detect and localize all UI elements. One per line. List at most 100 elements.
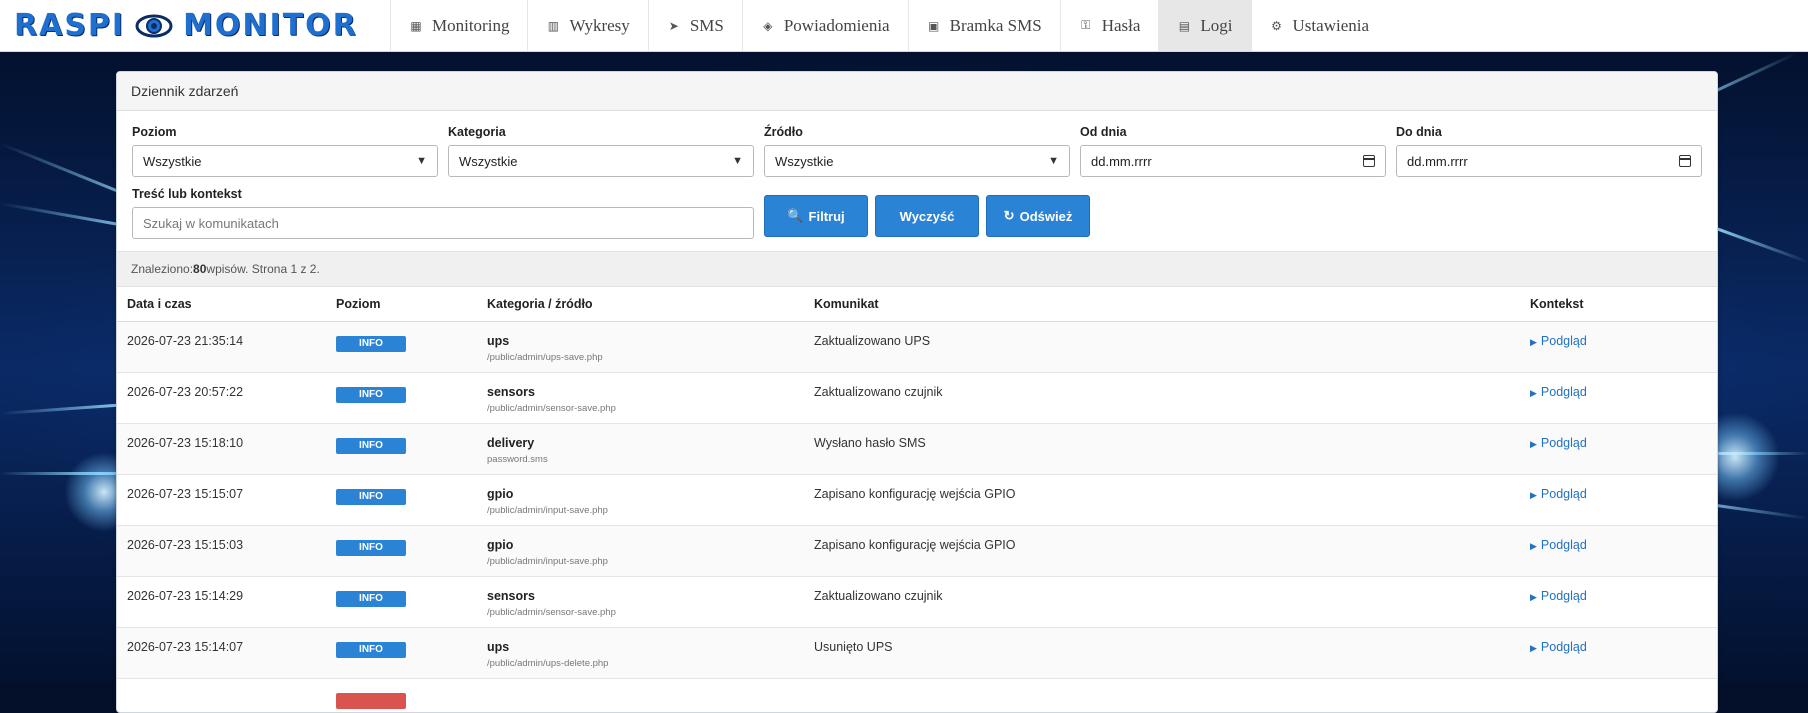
caret-right-icon: ▶ [1530, 541, 1537, 551]
nav-item-bramka-sms[interactable]: ▣ Bramka SMS [907, 0, 1060, 51]
context-preview-link[interactable]: ▶ Podgląd [1530, 487, 1587, 501]
logo[interactable]: RASPI MONITOR [0, 0, 390, 51]
to-date-value: dd.mm.rrrr [1407, 153, 1468, 169]
caret-right-icon: ▶ [1530, 592, 1537, 602]
table-row-partial [117, 679, 1717, 712]
nav-item-logi[interactable]: ▤ Logi [1158, 0, 1251, 51]
row-datetime: 2026-07-23 15:15:07 [127, 487, 244, 501]
nav-item-label: SMS [689, 15, 724, 35]
top-navbar: RASPI MONITOR ▦ Monitoring ▥ Wykresy ➤ SMS … [0, 0, 1808, 52]
nav-item-label: Wykresy [569, 15, 630, 35]
nav-item-monitoring[interactable]: ▦ Monitoring [390, 0, 527, 51]
level-badge: INFO [336, 438, 406, 454]
nav-item-powiadomienia[interactable]: ◈ Powiadomienia [741, 0, 908, 51]
row-source: /public/admin/ups-save.php [487, 352, 603, 363]
main-nav: ▦ Monitoring ▥ Wykresy ➤ SMS ◈ Powiadomienia… [390, 0, 1387, 51]
nav-item-ustawienia[interactable]: ⚙ Ustawienia [1250, 0, 1387, 51]
text-filter: Treść lub kontekst Szukaj w komunikatach [132, 187, 754, 239]
nav-item-hasla[interactable]: ⚿ Hasła [1059, 0, 1159, 51]
text-filter-label: Treść lub kontekst [132, 187, 242, 201]
nav-item-label: Powiadomienia [783, 15, 890, 35]
calendar-icon[interactable] [1679, 155, 1691, 167]
table-row: 2026-07-23 15:15:03 INFO gpio/public/adm… [117, 526, 1717, 577]
source-label: Źródło [764, 125, 803, 139]
summary-prefix: Znaleziono: [131, 262, 194, 276]
context-preview-label: Podgląd [1540, 436, 1587, 450]
refresh-button[interactable]: ↻ Odśwież [986, 195, 1090, 237]
context-preview-label: Podgląd [1540, 487, 1587, 501]
col-header-category: Kategoria / źródło [487, 297, 593, 311]
level-badge: INFO [336, 336, 406, 352]
logo-text-1: RASPI [14, 8, 126, 43]
context-preview-label: Podgląd [1540, 589, 1587, 603]
results-count: 80 [193, 262, 207, 276]
from-date-value: dd.mm.rrrr [1091, 153, 1152, 169]
source-select-value: Wszystkie [775, 153, 834, 169]
key-icon: ⚿ [1081, 18, 1091, 32]
row-message: Zapisano konfigurację wejścia GPIO [814, 487, 1016, 501]
context-preview-link[interactable]: ▶ Podgląd [1530, 385, 1587, 399]
row-datetime: 2026-07-23 21:35:14 [127, 334, 244, 348]
source-select[interactable]: Wszystkie ▼ [764, 145, 1070, 177]
level-filter: Poziom Wszystkie ▼ [132, 125, 438, 177]
table-header: Data i czas Poziom Kategoria / źródło Ko… [117, 287, 1717, 322]
row-source: /public/admin/sensor-save.php [487, 403, 616, 414]
level-badge: INFO [336, 489, 406, 505]
panel-title: Dziennik zdarzeń [117, 72, 1717, 111]
caret-right-icon: ▶ [1530, 337, 1537, 347]
row-category: gpio [487, 538, 514, 552]
row-category: ups [487, 334, 510, 348]
table-row: 2026-07-23 21:35:14 INFO ups/public/admi… [117, 322, 1717, 373]
nav-item-wykresy[interactable]: ▥ Wykresy [527, 0, 647, 51]
list-icon: ▤ [1178, 18, 1191, 33]
row-datetime: 2026-07-23 15:18:10 [127, 436, 244, 450]
context-preview-link[interactable]: ▶ Podgląd [1530, 538, 1587, 552]
to-date-filter: Do dnia dd.mm.rrrr [1396, 125, 1702, 177]
col-header-message: Komunikat [814, 297, 879, 311]
search-placeholder: Szukaj w komunikatach [143, 215, 279, 231]
col-header-datetime: Data i czas [127, 297, 192, 311]
bell-icon: ◈ [763, 18, 773, 33]
row-message: Zapisano konfigurację wejścia GPIO [814, 538, 1016, 552]
filter-button[interactable]: 🔍 Filtruj [764, 195, 868, 237]
search-input[interactable]: Szukaj w komunikatach [132, 207, 754, 239]
row-category: ups [487, 640, 510, 654]
context-preview-link[interactable]: ▶ Podgląd [1530, 589, 1587, 603]
row-source: /public/admin/input-save.php [487, 505, 608, 516]
row-datetime: 2026-07-23 15:14:29 [127, 589, 244, 603]
row-message: Zaktualizowano czujnik [814, 589, 943, 603]
row-message: Usunięto UPS [814, 640, 893, 654]
grid-icon: ▦ [410, 18, 422, 33]
from-date-input[interactable]: dd.mm.rrrr [1080, 145, 1386, 177]
level-badge: INFO [336, 387, 406, 403]
filter-button-label: Filtruj [808, 208, 845, 224]
row-category: delivery [487, 436, 535, 450]
clear-button-label: Wyczyść [899, 208, 955, 224]
to-date-label: Do dnia [1396, 125, 1442, 139]
level-select[interactable]: Wszystkie ▼ [132, 145, 438, 177]
context-preview-link[interactable]: ▶ Podgląd [1530, 436, 1587, 450]
nav-item-label: Logi [1200, 15, 1233, 35]
nav-item-label: Bramka SMS [949, 15, 1042, 35]
caret-right-icon: ▶ [1530, 439, 1537, 449]
calendar-icon[interactable] [1363, 155, 1375, 167]
chevron-down-icon: ▼ [1048, 155, 1059, 167]
event-log-panel: Dziennik zdarzeń Poziom Wszystkie ▼ Kateg… [116, 71, 1718, 713]
clear-button[interactable]: Wyczyść [875, 195, 979, 237]
level-badge: INFO [336, 540, 406, 556]
caret-right-icon: ▶ [1530, 388, 1537, 398]
to-date-input[interactable]: dd.mm.rrrr [1396, 145, 1702, 177]
search-icon: 🔍 [787, 208, 804, 223]
chevron-down-icon: ▼ [732, 155, 743, 167]
category-select[interactable]: Wszystkie ▼ [448, 145, 754, 177]
row-datetime: 2026-07-23 15:15:03 [127, 538, 244, 552]
context-preview-link[interactable]: ▶ Podgląd [1530, 334, 1587, 348]
row-category: sensors [487, 385, 535, 399]
row-source: password.sms [487, 454, 548, 465]
level-badge-error [336, 693, 406, 709]
context-preview-link[interactable]: ▶ Podgląd [1530, 640, 1587, 654]
caret-right-icon: ▶ [1530, 643, 1537, 653]
nav-item-sms[interactable]: ➤ SMS [647, 0, 742, 51]
context-preview-label: Podgląd [1540, 385, 1587, 399]
col-header-context: Kontekst [1530, 297, 1584, 311]
